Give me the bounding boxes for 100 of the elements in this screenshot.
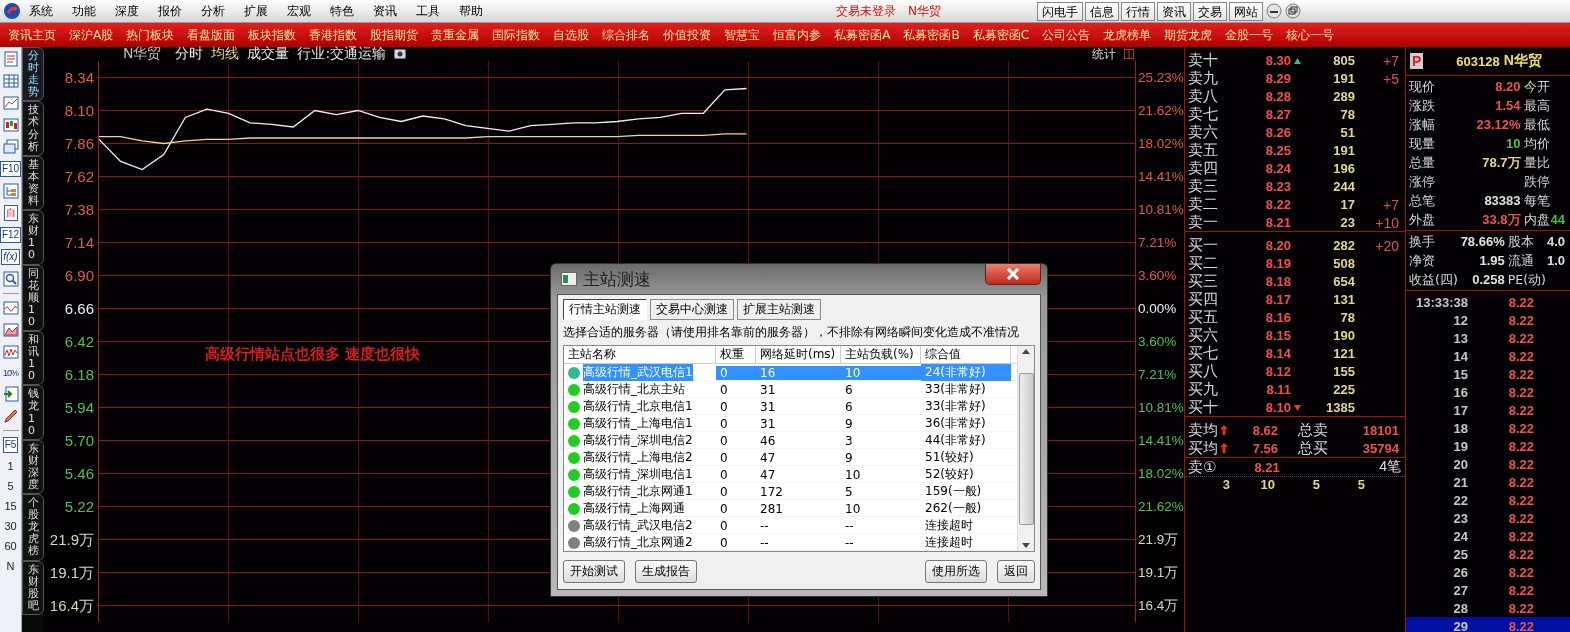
server-row[interactable]: 高级行情_北京电信1 0 31 6 33(非常好) xyxy=(564,398,1017,415)
pencil-icon[interactable] xyxy=(2,408,19,424)
menu-item[interactable]: 宏观 xyxy=(287,2,330,20)
dialog-tab[interactable]: 行情主站测速 xyxy=(563,299,647,320)
f5-button[interactable]: F5 xyxy=(2,437,19,453)
f12-button[interactable]: F12 xyxy=(0,227,22,243)
period-button[interactable]: 1 xyxy=(7,459,14,473)
view-tab[interactable]: 东财股吧 xyxy=(22,560,44,615)
nav-link[interactable]: 自选股 xyxy=(553,26,590,44)
nav-link[interactable]: 资讯主页 xyxy=(8,26,56,44)
column-header[interactable]: 综合值 xyxy=(921,346,1011,363)
server-row[interactable]: 高级行情_深圳电信2 0 46 3 44(非常好) xyxy=(564,432,1017,449)
scroll-up-icon[interactable] xyxy=(1022,349,1030,354)
server-row[interactable]: 高级行情_上海网通 0 281 10 262(一般) xyxy=(564,500,1017,517)
server-row[interactable]: 高级行情_北京主站 0 31 6 33(非常好) xyxy=(564,381,1017,398)
toolbar-button[interactable]: 信息 xyxy=(1085,1,1119,21)
view-tab[interactable]: 和讯10 xyxy=(22,330,44,386)
tree-icon[interactable] xyxy=(2,183,19,199)
column-header[interactable]: 主站名称 xyxy=(564,346,716,363)
minimize-button[interactable] xyxy=(1266,3,1282,19)
average-line-label[interactable]: 均线 xyxy=(211,45,240,63)
scroll-thumb[interactable] xyxy=(1018,372,1034,525)
period-button[interactable]: 5 xyxy=(7,479,14,493)
nav-link[interactable]: 价值投资 xyxy=(663,26,712,44)
arrow-box-icon[interactable] xyxy=(2,386,19,402)
view-tab[interactable]: 技术分析 xyxy=(22,101,44,156)
nav-link[interactable]: 私募密函C xyxy=(972,26,1030,44)
dialog-tab[interactable]: 交易中心测速 xyxy=(650,299,734,320)
menu-item[interactable]: 特色 xyxy=(330,2,373,20)
menu-item[interactable]: 功能 xyxy=(72,2,115,20)
nav-link[interactable]: 金股一号 xyxy=(1225,26,1274,44)
toolbar-button[interactable]: 网站 xyxy=(1229,1,1263,21)
view-tab[interactable]: 东财10 xyxy=(22,210,44,265)
toolbar-button[interactable]: 资讯 xyxy=(1157,1,1191,21)
toolbar-button[interactable]: 闪电手 xyxy=(1037,1,1083,21)
formula-button[interactable]: f(x) xyxy=(1,249,20,265)
menu-item[interactable]: 深度 xyxy=(115,2,158,20)
watchlist-button[interactable]: 自 xyxy=(3,205,18,221)
dialog-tab[interactable]: 扩展主站测速 xyxy=(737,299,821,320)
server-row[interactable]: 高级行情_武汉电信2 0 -- -- 连接超时 xyxy=(564,517,1017,534)
nav-link[interactable]: 期货龙虎 xyxy=(1164,26,1213,44)
nav-link[interactable]: 深沪A股 xyxy=(69,26,114,44)
nav-link[interactable]: 板块指数 xyxy=(248,26,297,44)
zigzag-chart-icon[interactable] xyxy=(2,344,19,360)
camera-icon[interactable] xyxy=(394,48,407,60)
server-row[interactable]: 高级行情_北京网通1 0 172 5 159(一般) xyxy=(564,483,1017,500)
nav-link[interactable]: 国际指数 xyxy=(492,26,541,44)
windows-icon[interactable] xyxy=(2,139,19,155)
line-chart-icon[interactable] xyxy=(2,95,19,111)
nav-link[interactable]: 智慧宝 xyxy=(724,26,761,44)
stats-button[interactable]: 统计 xyxy=(1092,45,1116,63)
percent-button[interactable]: 10% xyxy=(3,366,18,380)
period-button[interactable]: 60 xyxy=(4,539,17,553)
area-chart-icon[interactable] xyxy=(2,322,19,338)
period-button[interactable]: 15 xyxy=(4,499,17,513)
menu-item[interactable]: 工具 xyxy=(416,2,459,20)
view-tab[interactable]: 东财深度 xyxy=(22,439,44,495)
restore-button[interactable] xyxy=(1285,3,1301,19)
menu-item[interactable]: 帮助 xyxy=(459,2,502,20)
toolbar-button[interactable]: 交易 xyxy=(1193,1,1227,21)
dialog-button[interactable]: 返回 xyxy=(997,560,1035,583)
nav-link[interactable]: 私募密函A xyxy=(834,26,891,44)
view-tab[interactable]: 个股龙虎榜 xyxy=(22,494,44,561)
search-icon[interactable] xyxy=(2,271,19,287)
dialog-button[interactable]: 开始测试 xyxy=(563,560,625,583)
nav-link[interactable]: 香港指数 xyxy=(309,26,358,44)
nav-link[interactable]: 私募密函B xyxy=(903,26,960,44)
scroll-down-icon[interactable] xyxy=(1022,543,1030,548)
view-tab[interactable]: 分时走势 xyxy=(22,47,44,102)
menu-item[interactable]: 扩展 xyxy=(244,2,287,20)
server-row[interactable]: 高级行情_深圳电信1 0 47 10 52(较好) xyxy=(564,466,1017,483)
period-button[interactable]: 30 xyxy=(4,519,17,533)
column-header[interactable]: 权重 xyxy=(716,346,756,363)
nav-link[interactable]: 综合排名 xyxy=(602,26,651,44)
f10-button[interactable]: F10 xyxy=(0,161,22,177)
nav-link[interactable]: 热门板块 xyxy=(126,26,175,44)
toolbar-button[interactable]: 行情 xyxy=(1121,1,1155,21)
menu-item[interactable]: 分析 xyxy=(201,2,244,20)
table-icon[interactable] xyxy=(2,73,19,89)
period-button[interactable]: N xyxy=(6,559,15,573)
nav-link[interactable]: 股指期货 xyxy=(370,26,419,44)
nav-link[interactable]: 看盘版面 xyxy=(187,26,236,44)
panel-toggle-icon[interactable] xyxy=(1124,49,1134,59)
view-tab[interactable]: 钱龙10 xyxy=(22,385,44,440)
close-button[interactable] xyxy=(985,264,1041,285)
dialog-button[interactable]: 生成报告 xyxy=(635,560,697,583)
nav-link[interactable]: 核心一号 xyxy=(1286,26,1335,44)
server-row[interactable]: 高级行情_上海电信1 0 31 9 36(非常好) xyxy=(564,415,1017,432)
view-tab[interactable]: 同花顺10 xyxy=(22,264,44,331)
nav-link[interactable]: 公司公告 xyxy=(1042,26,1091,44)
nav-link[interactable]: 龙虎榜单 xyxy=(1103,26,1152,44)
volume-label[interactable]: 成交量 xyxy=(247,45,290,63)
nav-link[interactable]: 恒富内参 xyxy=(773,26,822,44)
menu-item[interactable]: 报价 xyxy=(158,2,201,20)
chart-mode-label[interactable]: 分时 xyxy=(175,45,204,63)
candlestick-icon[interactable] xyxy=(2,117,19,133)
scrollbar[interactable] xyxy=(1017,346,1034,551)
server-row[interactable]: 高级行情_北京网通2 0 -- -- 连接超时 xyxy=(564,534,1017,551)
server-row[interactable]: 高级行情_上海电信2 0 47 9 51(较好) xyxy=(564,449,1017,466)
view-tab[interactable]: 基本资料 xyxy=(22,155,44,211)
